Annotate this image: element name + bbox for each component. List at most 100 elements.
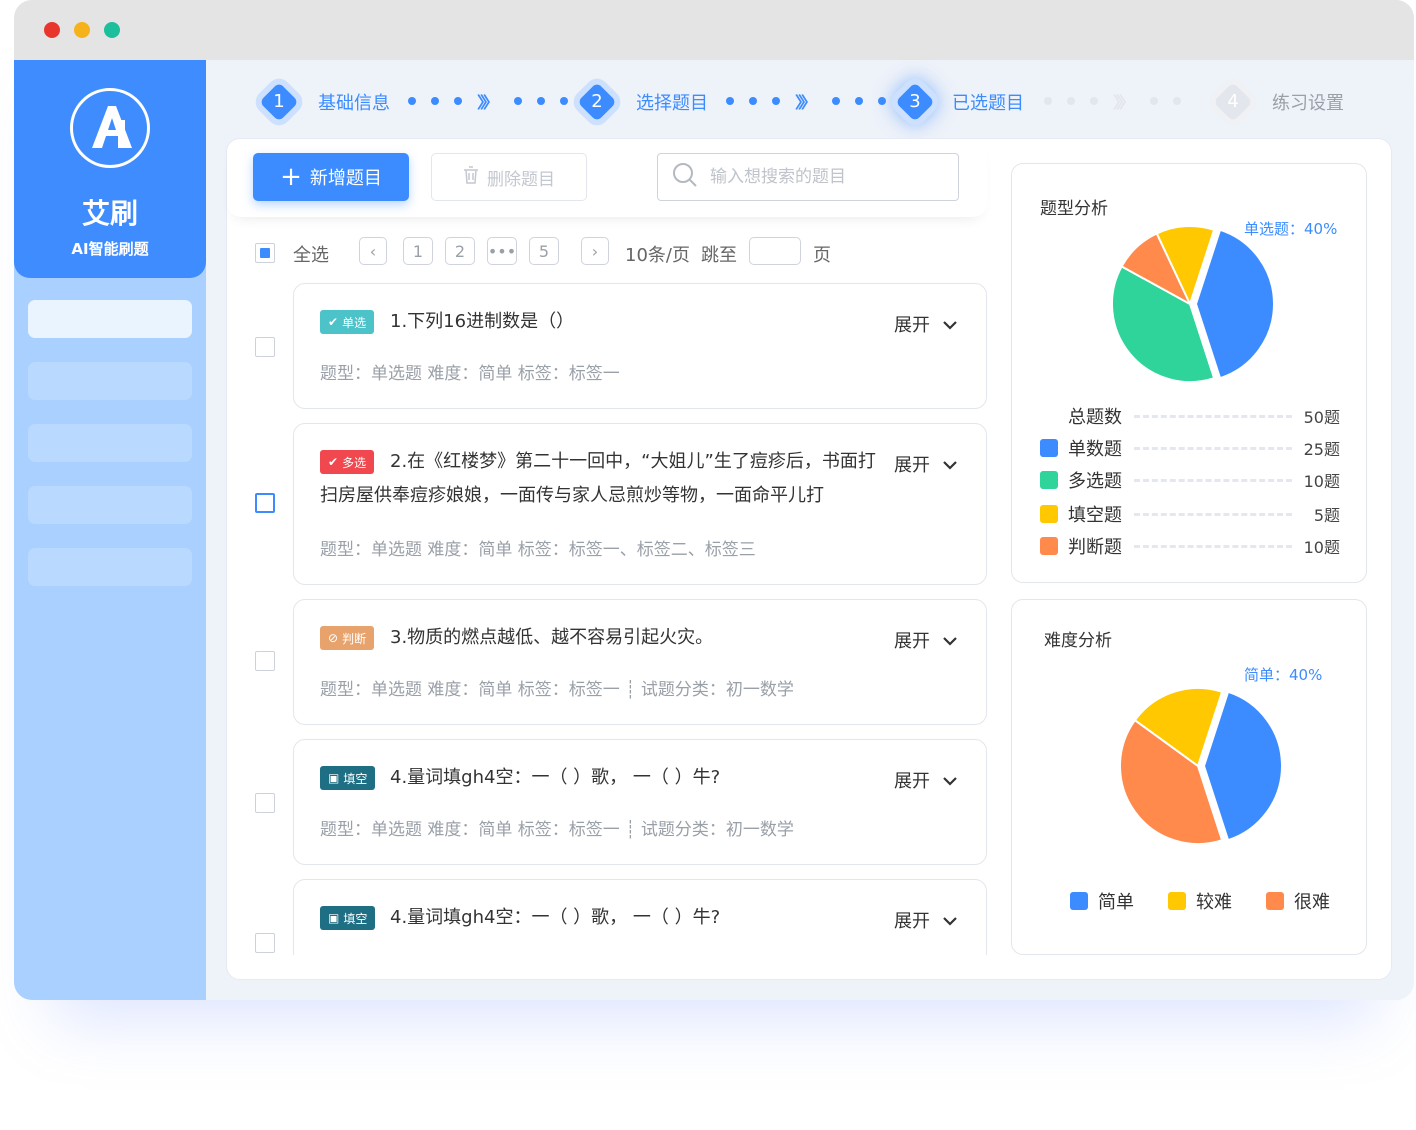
legend-swatch (1266, 892, 1284, 910)
step-connector: 〉〉〉 (1044, 93, 1196, 112)
legend-value: 25题 (1303, 440, 1340, 459)
chevron-down-icon (942, 314, 958, 335)
legend-row: 单数题 25题 (1040, 436, 1340, 460)
step-3-number: 3 (909, 91, 921, 112)
add-question-button[interactable]: + 新增题目 (253, 153, 409, 201)
legend-label: 多选题 (1068, 471, 1122, 492)
app-window: 艾刷 AI智能刷题 1 基础信息 〉〉〉 2 选择题目 〉〉〉 3 已选题目 〉… (14, 0, 1414, 1000)
difficulty-legend: 简单 较难 很难 (1070, 888, 1330, 914)
legend-swatch (1040, 537, 1058, 555)
chevron-down-icon (942, 910, 958, 931)
total-label: 总题数 (1068, 407, 1122, 428)
expand-label: 展开 (894, 911, 930, 932)
question-tag-label: 判断 (342, 631, 367, 646)
question-checkbox[interactable] (255, 933, 275, 953)
trash-icon (463, 165, 479, 189)
maximize-window-button[interactable] (104, 22, 120, 38)
legend-swatch (1070, 892, 1088, 910)
step-connector: 〉〉〉 (408, 93, 583, 112)
chevron-down-icon (942, 630, 958, 651)
step-4-label[interactable]: 练习设置 (1272, 89, 1344, 115)
search-input[interactable] (710, 167, 940, 187)
legend-swatch (1040, 505, 1058, 523)
question-tag: ⊘ 判断 (320, 626, 375, 650)
page-size-select[interactable]: 10条/页 (625, 241, 690, 267)
close-window-button[interactable] (44, 22, 60, 38)
sidebar-item[interactable] (28, 548, 192, 586)
page-button[interactable]: 1 (403, 237, 433, 265)
legend-label: 单数题 (1068, 439, 1122, 460)
search-icon (672, 162, 698, 192)
question-meta: 题型：单选题 难度：简单 标签：标签一 (320, 364, 620, 384)
question-card[interactable]: ⊘ 判断 3.物质的燃点越低、越不容易引起火灾。 展开 题型：单选题 难度：简单… (293, 599, 987, 725)
step-2-number: 2 (591, 91, 603, 112)
select-all-checkbox[interactable] (255, 243, 275, 263)
legend-label: 很难 (1294, 892, 1330, 913)
page-button[interactable]: 5 (529, 237, 559, 265)
sidebar-item[interactable] (28, 424, 192, 462)
logo-icon (70, 88, 150, 168)
question-card[interactable]: ▣ 填空 4.量词填gh4空：一（ ）歌， 一（ ）牛? 展开 (293, 879, 987, 955)
jump-label: 跳至 (701, 245, 737, 266)
next-page-button[interactable]: › (581, 237, 609, 265)
question-checkbox[interactable] (255, 793, 275, 813)
title-bar (14, 0, 1414, 60)
legend-swatch (1168, 892, 1186, 910)
chevron-right-icon: › (591, 241, 599, 261)
question-text: 4.量词填gh4空：一（ ）歌， 一（ ）牛? (390, 767, 721, 788)
more-pages-button[interactable]: ••• (487, 237, 517, 265)
expand-button[interactable]: 展开 (894, 451, 958, 477)
expand-button[interactable]: 展开 (894, 907, 958, 933)
question-card[interactable]: ▣ 填空 4.量词填gh4空：一（ ）歌， 一（ ）牛? 展开 题型：单选题 难… (293, 739, 987, 865)
expand-button[interactable]: 展开 (894, 627, 958, 653)
search-box (657, 153, 959, 201)
legend-row: 填空题 5题 (1040, 502, 1340, 526)
step-1-label[interactable]: 基础信息 (318, 89, 390, 115)
question-meta: 题型：单选题 难度：简单 标签：标签一 ┊ 试题分类：初一数学 (320, 680, 794, 700)
question-tag-label: 填空 (343, 771, 368, 786)
minimize-window-button[interactable] (74, 22, 90, 38)
total-value: 50题 (1303, 408, 1340, 427)
delete-question-button[interactable]: 删除题目 (431, 153, 587, 201)
expand-button[interactable]: 展开 (894, 767, 958, 793)
legend-label: 较难 (1196, 892, 1232, 913)
toolbar: + 新增题目 删除题目 (227, 139, 987, 217)
question-meta: 题型：单选题 难度：简单 标签：标签一 ┊ 试题分类：初一数学 (320, 820, 794, 840)
legend-row: 多选题 10题 (1040, 468, 1340, 492)
add-question-label: 新增题目 (309, 168, 382, 189)
page-button[interactable]: 2 (445, 237, 475, 265)
step-2-label[interactable]: 选择题目 (636, 89, 708, 115)
select-all-label: 全选 (293, 245, 329, 266)
question-tag: ✔ 单选 (320, 310, 375, 334)
legend-value: 5题 (1313, 506, 1340, 525)
ellipsis-icon: ••• (487, 241, 517, 261)
step-1-number: 1 (273, 91, 285, 112)
question-checkbox[interactable] (255, 493, 275, 513)
chevron-down-icon (942, 454, 958, 475)
sidebar-item[interactable] (28, 362, 192, 400)
expand-button[interactable]: 展开 (894, 311, 958, 337)
question-checkbox[interactable] (255, 651, 275, 671)
prev-page-button[interactable]: ‹ (359, 237, 387, 265)
question-meta: 题型：单选题 难度：简单 标签：标签一、标签二、标签三 (320, 540, 756, 560)
question-checkbox[interactable] (255, 337, 275, 357)
legend-value: 10题 (1303, 538, 1340, 557)
question-card[interactable]: ✔ 单选 1.下列16进制数是（） 展开 题型：单选题 难度：简单 标签：标签一 (293, 283, 987, 409)
question-card[interactable]: ✔ 多选 2.在《红楼梦》第二十一回中，“大姐儿”生了痘疹后，书面打扫房屋供奉痘… (293, 423, 987, 585)
sidebar-item-active[interactable] (28, 300, 192, 338)
sidebar: 艾刷 AI智能刷题 (14, 60, 206, 1000)
legend-swatch (1040, 471, 1058, 489)
difficulty-analysis-title: 难度分析 (1044, 631, 1112, 651)
chevron-down-icon (942, 770, 958, 791)
check-circle-icon: ✔ (328, 315, 339, 329)
delete-question-label: 删除题目 (487, 169, 555, 190)
legend-row: 判断题 10题 (1040, 534, 1340, 558)
jump-page-input[interactable] (749, 237, 801, 265)
sidebar-item[interactable] (28, 486, 192, 524)
legend-total-row: 总题数 50题 (1040, 404, 1340, 428)
legend-swatch (1040, 439, 1058, 457)
question-tag: ▣ 填空 (320, 906, 376, 930)
step-3-label[interactable]: 已选题目 (952, 89, 1024, 115)
main-panel: + 新增题目 删除题目 全选 ‹ 1 2 ••• (226, 138, 1392, 980)
page-suffix-label: 页 (813, 245, 831, 266)
